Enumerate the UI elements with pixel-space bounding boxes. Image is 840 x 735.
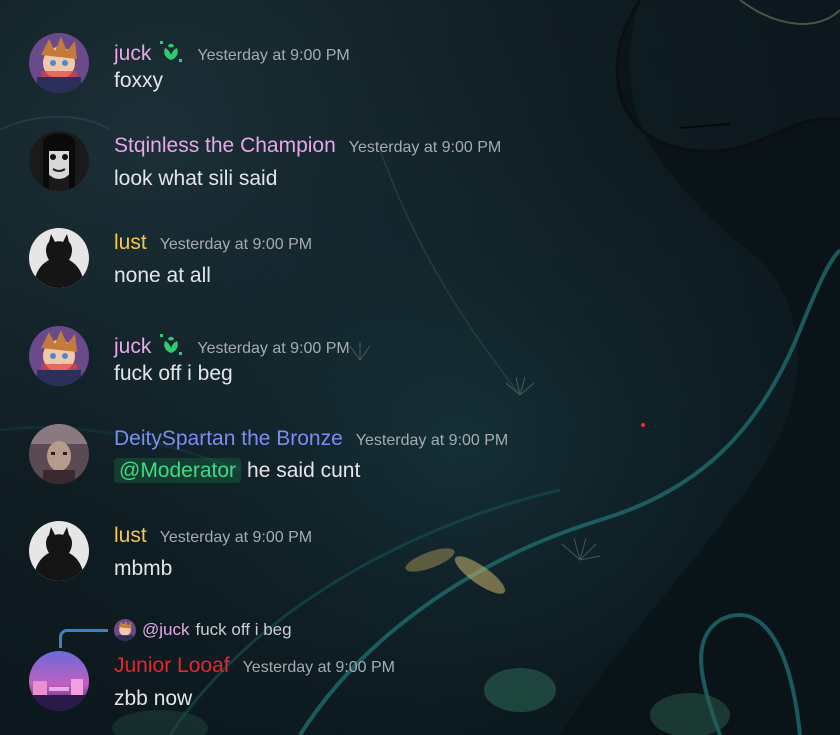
reply-author[interactable]: @juck: [142, 620, 190, 640]
username[interactable]: Stqinless the Champion: [114, 134, 336, 158]
username[interactable]: juck: [114, 335, 151, 359]
message-body: he said cunt: [247, 459, 361, 482]
username[interactable]: juck: [114, 42, 151, 66]
timestamp[interactable]: Yesterday at 9:00 PM: [160, 236, 312, 254]
username[interactable]: Junior Looaf: [114, 654, 230, 678]
decorative-red-dot: [641, 423, 645, 427]
avatar[interactable]: [29, 326, 89, 386]
message-text: @Moderator he said cunt: [114, 458, 361, 483]
timestamp[interactable]: Yesterday at 9:00 PM: [160, 529, 312, 547]
username[interactable]: DeitySpartan the Bronze: [114, 427, 343, 451]
message-text: foxxy: [114, 69, 164, 92]
timestamp[interactable]: Yesterday at 9:00 PM: [356, 432, 508, 450]
avatar[interactable]: [29, 651, 89, 711]
chat-message-list: juck Yesterday at 9:00 PM foxxy Stqinles…: [0, 0, 840, 735]
timestamp[interactable]: Yesterday at 9:00 PM: [197, 340, 349, 358]
message-text: look what sili said: [114, 167, 278, 190]
timestamp[interactable]: Yesterday at 9:00 PM: [349, 139, 501, 157]
avatar[interactable]: [29, 521, 89, 581]
leaf-badge-icon[interactable]: [158, 333, 184, 357]
message-text: fuck off i beg: [114, 362, 233, 385]
message-text: mbmb: [114, 557, 173, 580]
avatar[interactable]: [29, 424, 89, 484]
avatar[interactable]: [29, 33, 89, 93]
username[interactable]: lust: [114, 231, 147, 255]
timestamp[interactable]: Yesterday at 9:00 PM: [197, 47, 349, 65]
reply-preview[interactable]: @juck fuck off i beg: [114, 619, 292, 641]
avatar[interactable]: [29, 228, 89, 288]
role-mention[interactable]: @Moderator: [114, 458, 242, 483]
username[interactable]: lust: [114, 524, 147, 548]
avatar[interactable]: [29, 131, 89, 191]
reply-connector-line: [59, 629, 108, 648]
reply-avatar[interactable]: [114, 619, 136, 641]
message-text: zbb now: [114, 687, 193, 710]
reply-text[interactable]: fuck off i beg: [196, 620, 292, 640]
leaf-badge-icon[interactable]: [158, 40, 184, 64]
timestamp[interactable]: Yesterday at 9:00 PM: [243, 659, 395, 677]
message-text: none at all: [114, 264, 211, 287]
